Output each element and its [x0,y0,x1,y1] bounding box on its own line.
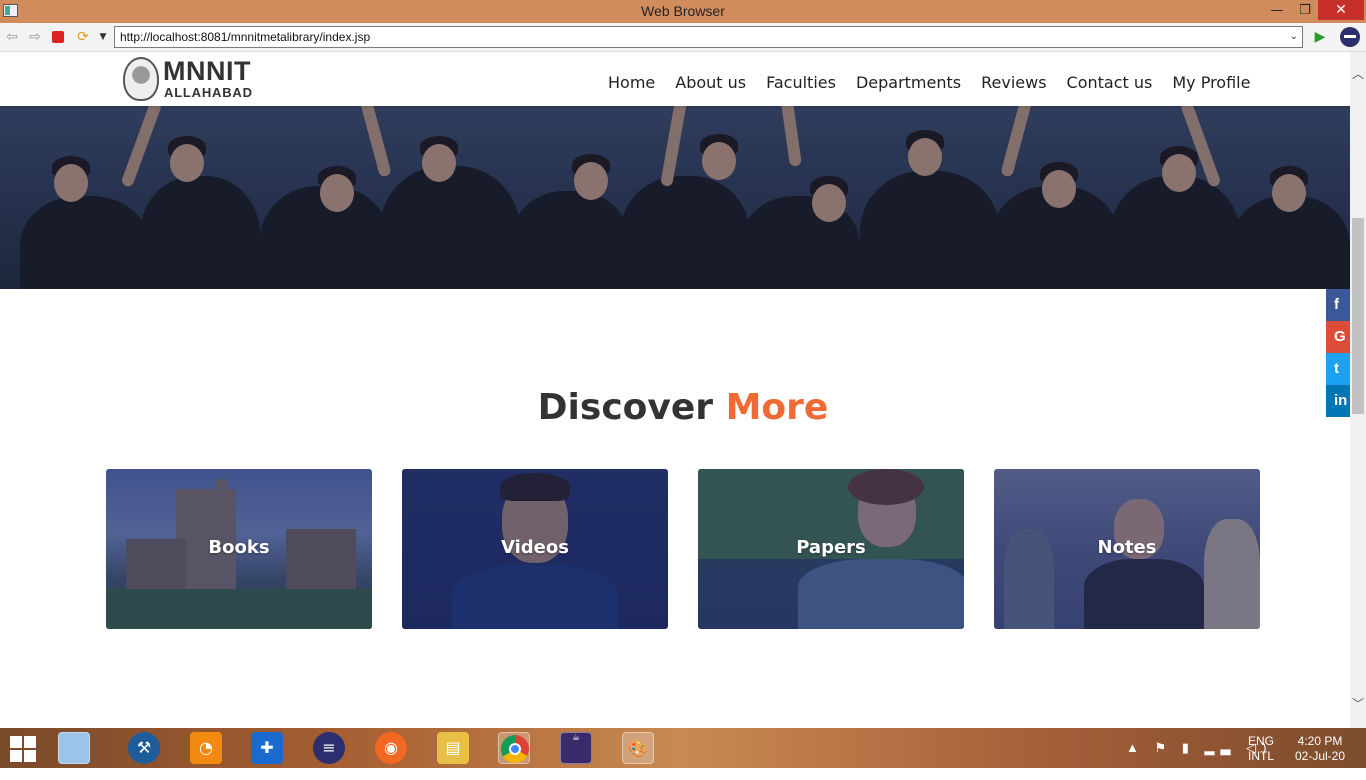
stop-icon[interactable] [52,31,64,43]
mnnit-emblem-icon[interactable] [123,57,159,101]
card-videos[interactable]: Videos [402,469,668,629]
card-papers[interactable]: Papers [698,469,964,629]
start-button-windows-icon[interactable] [10,736,36,762]
nav-my-profile[interactable]: My Profile [1172,73,1250,92]
card-papers-label: Papers [796,537,866,558]
discover-title-main: Discover [537,387,714,428]
defender-app-icon[interactable]: ✚ [251,732,283,764]
page-viewport: MNNIT ALLAHABAD Home About us Faculties … [0,52,1350,728]
eclipse-icon[interactable] [1340,27,1360,47]
close-button[interactable]: ✕ [1318,0,1364,20]
chrome-app-icon[interactable] [498,732,530,764]
logo-sub-text[interactable]: ALLAHABAD [164,85,253,100]
nav-contact-us[interactable]: Contact us [1067,73,1153,92]
card-videos-label: Videos [501,537,569,558]
keyboard-layout: INTL [1248,749,1275,763]
forward-arrow-icon[interactable]: ⇨ [26,28,44,46]
scroll-up-icon[interactable]: ︿ [1350,66,1366,82]
refresh-icon[interactable]: ⟳ [74,28,92,46]
scroll-thumb[interactable] [1352,218,1364,414]
language-indicator[interactable]: ENG INTL [1248,734,1274,774]
address-dropdown-icon[interactable]: ⌄ [1290,27,1298,47]
twitter-icon[interactable]: t [1326,353,1350,385]
address-url: http://localhost:8081/mnnitmetalibrary/i… [120,30,371,44]
maximize-button[interactable]: ❐ [1292,0,1318,20]
clock-date: 02-Jul-20 [1294,749,1346,763]
discover-heading: Discover More [0,387,1350,428]
card-notes[interactable]: Notes [994,469,1260,629]
nav-home[interactable]: Home [608,73,655,92]
card-books-label: Books [208,537,270,558]
minimize-button[interactable]: — [1264,0,1290,20]
notepad-app-icon[interactable] [58,732,90,764]
card-notes-label: Notes [1097,537,1157,558]
clock-time: 4:20 PM [1297,734,1343,748]
window-title-bar: Web Browser — ❐ ✕ [0,0,1366,23]
window-title: Web Browser [641,3,725,19]
system-clock[interactable]: 4:20 PM 02-Jul-20 [1292,734,1348,774]
logo-main-text[interactable]: MNNIT [163,56,251,87]
firefox-app-icon[interactable]: ◉ [375,732,407,764]
eclipse-app-icon[interactable]: ≡ [313,732,345,764]
paint-app-icon[interactable]: 🎨 [622,732,654,764]
java-ee-ide-app-icon[interactable]: ☕ [560,732,592,764]
page-scrollbar[interactable]: ︿ ﹀ [1350,52,1366,728]
language-code: ENG [1248,734,1275,748]
windows-taskbar: ⚒ ◔ ✚ ≡ ◉ ▤ ☕ 🎨 ▲ ⚑ ▮ ▂▃ ◁) ENG INTL 4:2… [0,728,1366,768]
discover-cards: Books Videos Papers Notes [106,469,1262,629]
address-bar[interactable]: http://localhost:8081/mnnitmetalibrary/i… [114,26,1303,48]
scroll-down-icon[interactable]: ﹀ [1350,696,1366,712]
connection-app-icon[interactable]: ⚒ [128,732,160,764]
history-dropdown-icon[interactable]: ▼ [94,28,112,46]
browser-toolbar: ⇦ ⇨ ⟳ ▼ http://localhost:8081/mnnitmetal… [0,23,1366,52]
nav-faculties[interactable]: Faculties [766,73,836,92]
card-books[interactable]: Books [106,469,372,629]
file-explorer-app-icon[interactable]: ▤ [437,732,469,764]
google-plus-icon[interactable]: G [1326,321,1350,353]
hero-graduation-image [0,106,1350,289]
site-header: MNNIT ALLAHABAD Home About us Faculties … [0,52,1350,106]
nav-about-us[interactable]: About us [675,73,746,92]
main-nav: Home About us Faculties Departments Revi… [608,73,1250,92]
facebook-icon[interactable]: f [1326,289,1350,321]
pdf-app-icon[interactable]: ◔ [190,732,222,764]
discover-title-accent: More [725,387,829,428]
go-icon[interactable]: ▶ [1311,28,1329,46]
nav-departments[interactable]: Departments [856,73,961,92]
nav-reviews[interactable]: Reviews [981,73,1046,92]
back-arrow-icon[interactable]: ⇦ [3,28,21,46]
social-share-bar: f G t in [1326,289,1350,417]
linkedin-icon[interactable]: in [1326,385,1350,417]
